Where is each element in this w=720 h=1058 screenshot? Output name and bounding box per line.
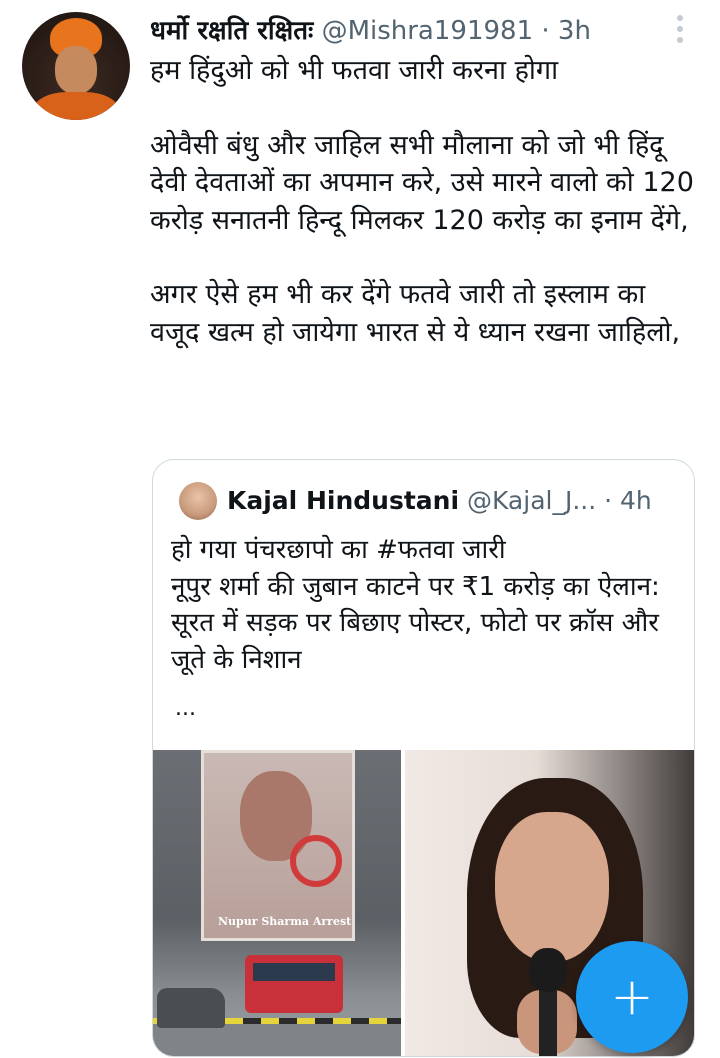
microphone-handle: [539, 986, 557, 1056]
tweet-paragraph: हम हिंदुओ को भी फतवा जारी करना होगा: [150, 55, 559, 86]
tweet-paragraph: अगर ऐसे हम भी कर देंगे फतवे जारी तो इस्ल…: [150, 279, 681, 348]
bus: [245, 955, 343, 1013]
microphone-icon: [529, 948, 567, 992]
speaker-face: [495, 812, 609, 962]
tweet-text: हम हिंदुओ को भी फतवा जारी करना होगा ओवैस…: [150, 52, 695, 351]
bus-window: [253, 963, 335, 981]
street-poster: Nupur Sharma Arrest: [201, 750, 355, 941]
avatar-face: [55, 46, 97, 94]
author-display-name[interactable]: धर्मो रक्षति रक्षितः: [150, 16, 313, 46]
compose-tweet-button[interactable]: +: [576, 941, 688, 1053]
quoted-tweet-header: Kajal Hindustani @Kajal_J... · 4h: [227, 484, 652, 518]
avatar-robe: [32, 92, 120, 120]
more-options-icon[interactable]: [668, 12, 692, 46]
quoted-tweet-line: हो गया पंचरछापो का #फतवा जारी: [171, 535, 506, 565]
tweet-paragraph: ओवैसी बंधु और जाहिल सभी मौलाना को जो भी …: [150, 129, 694, 236]
author-avatar[interactable]: [22, 12, 130, 120]
media-image-poster-street[interactable]: Nupur Sharma Arrest: [153, 750, 401, 1056]
separator-dot: ·: [541, 16, 550, 46]
quoted-tweet-time: · 4h: [604, 486, 652, 515]
poster-cross-mark: [290, 835, 342, 887]
plus-icon: +: [610, 967, 654, 1027]
quoted-author-handle: @Kajal_J...: [466, 486, 597, 515]
quoted-tweet-ellipsis: ...: [175, 696, 196, 721]
quoted-tweet-text: हो गया पंचरछापो का #फतवा जारी नूपुर शर्म…: [171, 532, 676, 678]
poster-caption: Nupur Sharma Arrest: [218, 915, 352, 928]
author-handle[interactable]: @Mishra191981: [322, 16, 534, 46]
quoted-tweet-line: नूपुर शर्मा की जुबान काटने पर ₹1 करोड़ क…: [171, 571, 660, 675]
quoted-author-name: Kajal Hindustani: [227, 486, 460, 515]
tweet-header: धर्मो रक्षति रक्षितः @Mishra191981 · 3h: [150, 14, 591, 48]
car: [157, 988, 225, 1028]
quoted-author-avatar: [179, 482, 217, 520]
tweet-time[interactable]: 3h: [558, 16, 591, 46]
